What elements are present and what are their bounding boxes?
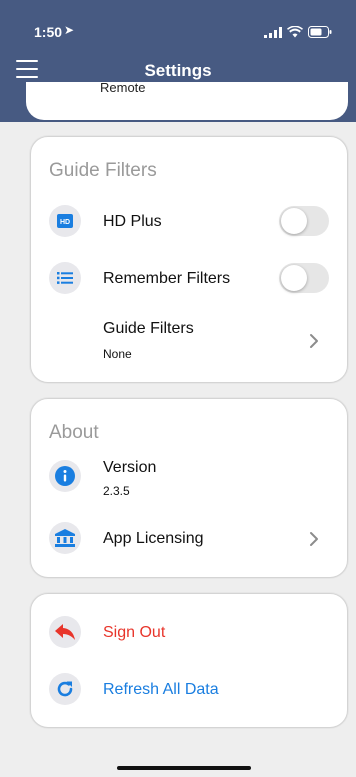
list-icon-circle xyxy=(49,262,81,294)
status-time: 1:50 xyxy=(34,24,63,40)
list-icon xyxy=(57,272,73,284)
guide-filters-heading: Guide Filters xyxy=(49,160,157,181)
remember-filters-label: Remember Filters xyxy=(103,270,231,287)
sign-out-icon-circle xyxy=(49,616,81,648)
info-icon xyxy=(55,466,75,486)
wifi-icon xyxy=(287,26,303,38)
sign-out-row[interactable]: Sign Out xyxy=(31,612,347,652)
status-bar: 1:50 ➤ xyxy=(0,0,356,40)
svg-text:HD: HD xyxy=(60,219,70,226)
reply-arrow-icon xyxy=(55,624,75,640)
remember-filters-row: Remember Filters xyxy=(31,258,347,298)
app-licensing-row[interactable]: App Licensing xyxy=(31,518,347,558)
hd-plus-toggle[interactable] xyxy=(279,206,329,236)
home-indicator xyxy=(117,766,251,770)
version-value: 2.3.5 xyxy=(103,484,130,498)
hd-icon: HD xyxy=(57,214,73,228)
page-title: Settings xyxy=(144,61,212,80)
refresh-icon xyxy=(57,681,73,697)
status-icons xyxy=(264,26,332,38)
version-label: Version xyxy=(103,459,157,476)
remember-filters-toggle[interactable] xyxy=(279,263,329,293)
about-card: About Version 2.3.5 App Licensing xyxy=(30,398,348,578)
about-heading: About xyxy=(49,422,99,443)
version-row: Version 2.3.5 xyxy=(31,454,347,502)
info-icon-circle xyxy=(49,460,81,492)
bank-icon xyxy=(55,529,75,547)
sign-out-label: Sign Out xyxy=(103,624,166,641)
refresh-icon-circle xyxy=(49,673,81,705)
bank-icon-circle xyxy=(49,522,81,554)
guide-filters-card: Guide Filters HD HD Plus Remember Filter… xyxy=(30,136,348,383)
chevron-right-icon xyxy=(310,532,318,546)
guide-filters-row-label: Guide Filters xyxy=(103,320,194,337)
location-arrow-icon: ➤ xyxy=(64,23,75,37)
refresh-row[interactable]: Refresh All Data xyxy=(31,669,347,709)
battery-icon xyxy=(308,26,332,38)
hd-icon-circle: HD xyxy=(49,205,81,237)
actions-card: Sign Out Refresh All Data xyxy=(30,593,348,728)
hd-plus-row: HD HD Plus xyxy=(31,201,347,241)
app-licensing-label: App Licensing xyxy=(103,530,204,547)
previous-card-bottom: Remote xyxy=(26,82,348,120)
chevron-right-icon xyxy=(310,334,318,348)
guide-filters-row-value: None xyxy=(103,347,132,361)
guide-filters-row[interactable]: Guide Filters None xyxy=(31,317,347,365)
hd-plus-label: HD Plus xyxy=(103,213,162,230)
signal-icon xyxy=(264,27,282,38)
previous-card-partial-text: Remote xyxy=(100,82,146,95)
refresh-label: Refresh All Data xyxy=(103,681,219,698)
